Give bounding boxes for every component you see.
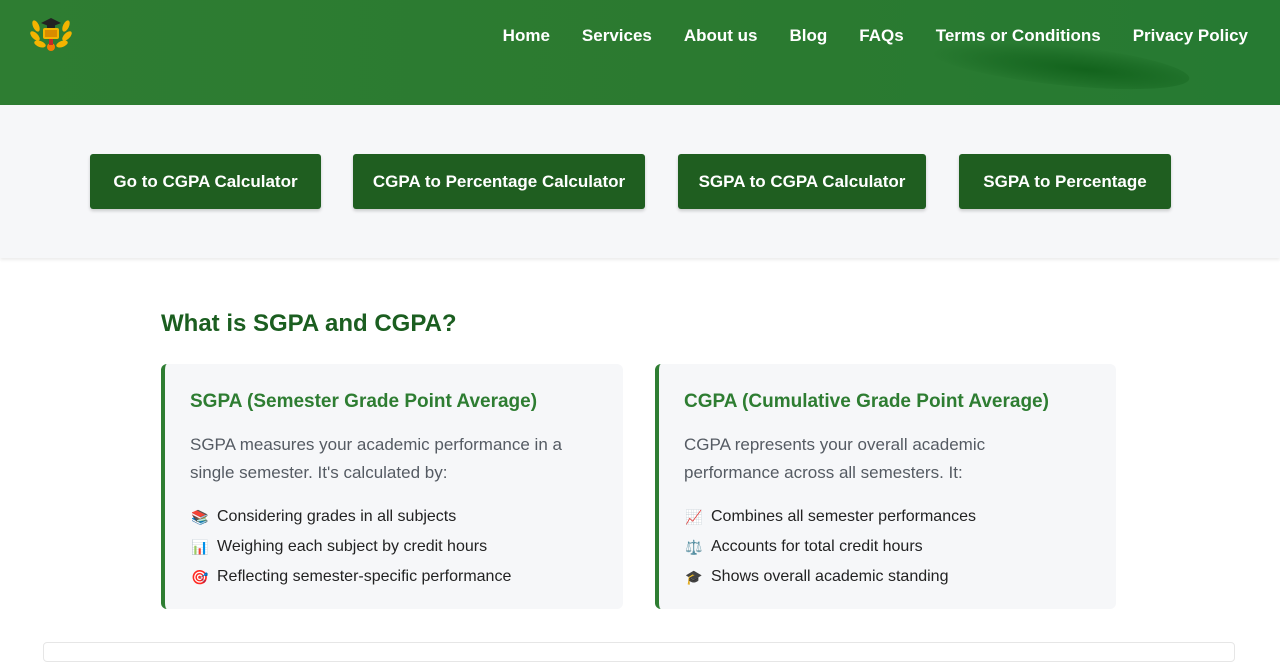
list-item-text: Reflecting semester-specific performance [217,568,512,585]
nav-terms-link[interactable]: Terms or Conditions [936,24,1101,48]
graduation-laurel-logo-icon[interactable] [30,14,72,54]
trend-chart-icon: 📈 [685,509,703,525]
graduation-cap-icon: 🎓 [685,569,703,585]
next-section-container [43,642,1235,662]
cgpa-feature-list: 📈 Combines all semester performances ⚖️ … [684,502,976,592]
bar-chart-icon: 📊 [191,539,209,555]
list-item-text: Combines all semester performances [711,508,976,525]
nav-home-link[interactable]: Home [503,24,550,48]
sgpa-feature-list: 📚 Considering grades in all subjects 📊 W… [190,502,511,592]
cgpa-card: CGPA (Cumulative Grade Point Average) CG… [655,364,1116,609]
list-item: ⚖️ Accounts for total credit hours [684,532,976,562]
nav-faqs-link[interactable]: FAQs [859,24,903,48]
sgpa-to-percentage-button[interactable]: SGPA to Percentage [959,154,1171,209]
sgpa-card: SGPA (Semester Grade Point Average) SGPA… [161,364,623,609]
cgpa-card-title: CGPA (Cumulative Grade Point Average) [684,391,1049,412]
nav-about-link[interactable]: About us [684,24,758,48]
sgpa-card-title: SGPA (Semester Grade Point Average) [190,391,538,412]
nav-blog-link[interactable]: Blog [790,24,828,48]
list-item: 📊 Weighing each subject by credit hours [190,532,511,562]
target-icon: 🎯 [191,569,209,585]
list-item-text: Accounts for total credit hours [711,538,923,555]
list-item: 🎯 Reflecting semester-specific performan… [190,562,511,592]
cgpa-card-description: CGPA represents your overall academic pe… [684,435,986,482]
calculator-links-band: Go to CGPA Calculator CGPA to Percentage… [0,105,1280,258]
site-header: Home Services About us Blog FAQs Terms o… [0,0,1280,105]
list-item: 🎓 Shows overall academic standing [684,562,976,592]
sgpa-to-cgpa-button[interactable]: SGPA to CGPA Calculator [678,154,926,209]
sgpa-card-description: SGPA measures your academic performance … [190,435,562,482]
list-item: 📈 Combines all semester performances [684,502,976,532]
cgpa-to-percentage-button[interactable]: CGPA to Percentage Calculator [353,154,645,209]
scales-icon: ⚖️ [685,539,703,555]
list-item-text: Shows overall academic standing [711,568,949,585]
nav-privacy-link[interactable]: Privacy Policy [1133,24,1248,48]
nav-services-link[interactable]: Services [582,24,652,48]
list-item-text: Weighing each subject by credit hours [217,538,488,555]
list-item: 📚 Considering grades in all subjects [190,502,511,532]
books-icon: 📚 [191,509,209,525]
list-item-text: Considering grades in all subjects [217,508,457,525]
cgpa-calculator-button[interactable]: Go to CGPA Calculator [90,154,321,209]
section-title: What is SGPA and CGPA? [161,310,457,337]
main-nav: Home Services About us Blog FAQs Terms o… [471,24,1248,48]
